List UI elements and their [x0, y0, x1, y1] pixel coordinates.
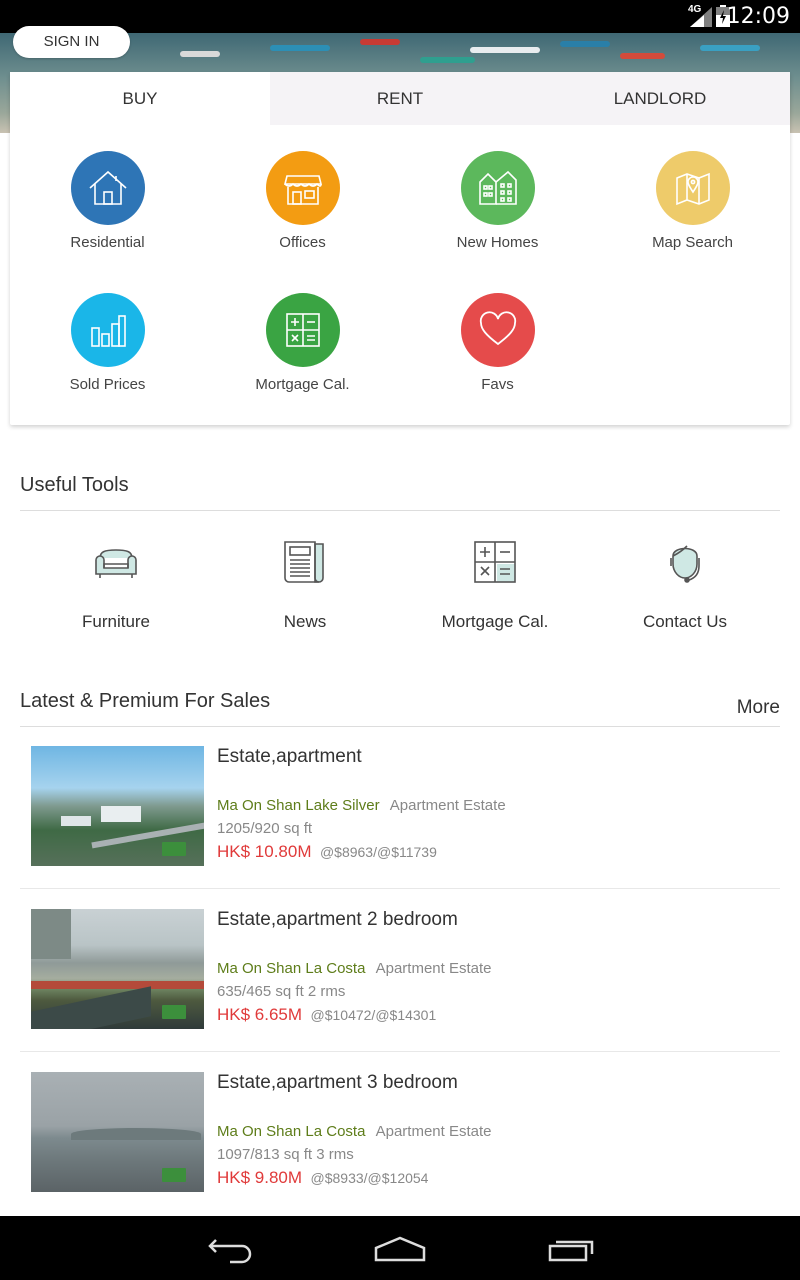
tab-landlord[interactable]: LANDLORD: [530, 72, 790, 125]
tool-label: News: [283, 612, 327, 631]
tool-label: Mortgage Cal.: [441, 612, 549, 631]
hill-shape: [31, 909, 71, 959]
tool-label: Contact Us: [642, 612, 728, 631]
boat-decoration: [420, 57, 475, 63]
listing-item[interactable]: Estate,apartment 3 bedroom Ma On Shan La…: [20, 1052, 780, 1215]
heart-icon: [460, 293, 535, 367]
road-shape: [91, 821, 204, 849]
boat-decoration: [180, 51, 220, 57]
listing-photo: [31, 746, 204, 866]
listing-item[interactable]: Estate,apartment 2 bedroom Ma On Shan La…: [20, 889, 780, 1052]
category-label: Favs: [481, 376, 514, 393]
boat-decoration: [470, 47, 540, 53]
storefront-icon: [265, 151, 340, 225]
useful-tools-title: Useful Tools: [20, 474, 129, 496]
listing-photo: [31, 909, 204, 1029]
tool-furniture[interactable]: Furniture: [21, 534, 211, 632]
listing-estate: Ma On Shan Lake Silver: [217, 797, 380, 814]
tool-label: Furniture: [81, 612, 151, 631]
listing-area: 635/465 sq ft 2 rms: [217, 983, 346, 1000]
listing-estate: Ma On Shan La Costa: [217, 1123, 366, 1140]
calculator-icon: [474, 541, 516, 583]
listing-type: Apartment Estate: [375, 960, 492, 977]
category-mortgage-calculator[interactable]: Mortgage Cal.: [205, 293, 400, 393]
calculator-icon: [265, 293, 340, 367]
category-label: Mortgage Cal.: [255, 376, 350, 393]
listing-unit-price: @$8963/@$11739: [319, 844, 437, 860]
listing-price-line: HK$ 10.80M @$8963/@$11739: [217, 842, 437, 862]
back-icon[interactable]: [200, 1234, 260, 1264]
category-label: New Homes: [456, 234, 539, 251]
system-nav-bar: [0, 1216, 800, 1280]
category-new-homes[interactable]: New Homes: [400, 151, 595, 251]
listing-price-line: HK$ 6.65M @$10472/@$14301: [217, 1005, 436, 1025]
latest-section-title: Latest & Premium For Sales: [20, 690, 271, 712]
bar-chart-icon: [70, 293, 145, 367]
tab-bar: BUY RENT LANDLORD: [10, 72, 790, 125]
listing-price-line: HK$ 9.80M @$8933/@$12054: [217, 1168, 428, 1188]
category-offices[interactable]: Offices: [205, 151, 400, 251]
watermark-badge: [162, 1005, 186, 1019]
listing-estate: Ma On Shan La Costa: [217, 960, 366, 977]
search-card: BUY RENT LANDLORD Residential Offices Ne…: [10, 72, 790, 425]
tab-buy[interactable]: BUY: [10, 72, 270, 125]
boat-decoration: [620, 53, 665, 59]
listing-item[interactable]: Estate,apartment Ma On Shan Lake Silver …: [20, 726, 780, 889]
category-favs[interactable]: Favs: [400, 293, 595, 393]
tab-rent[interactable]: RENT: [270, 72, 530, 125]
listing-area: 1205/920 sq ft: [217, 820, 313, 837]
map-pin-icon: [655, 151, 730, 225]
more-link[interactable]: More: [737, 697, 780, 719]
watermark-badge: [162, 842, 186, 856]
listing-estate-line: Ma On Shan La Costa Apartment Estate: [217, 1123, 492, 1140]
buildings-icon: [460, 151, 535, 225]
category-map-search[interactable]: Map Search: [595, 151, 790, 251]
boat-decoration: [700, 45, 760, 51]
clock: 12:09: [726, 4, 790, 29]
category-label: Offices: [279, 234, 326, 251]
listing-title: Estate,apartment 2 bedroom: [217, 909, 458, 930]
listing-price: HK$ 9.80M: [217, 1168, 303, 1187]
sofa-icon: [95, 549, 137, 578]
listing-unit-price: @$8933/@$12054: [310, 1170, 429, 1186]
watermark-badge: [162, 1168, 186, 1182]
building-shape: [61, 816, 91, 826]
boat-decoration: [560, 41, 610, 47]
category-residential[interactable]: Residential: [10, 151, 205, 251]
category-label: Sold Prices: [69, 376, 146, 393]
listing-title: Estate,apartment: [217, 746, 362, 767]
listing-type: Apartment Estate: [389, 797, 506, 814]
tool-contact-us[interactable]: Contact Us: [590, 534, 780, 632]
listing-title: Estate,apartment 3 bedroom: [217, 1072, 458, 1093]
listing-price: HK$ 6.65M: [217, 1005, 303, 1024]
recents-icon[interactable]: [540, 1234, 600, 1264]
divider: [20, 510, 780, 511]
listing-area: 1097/813 sq ft 3 rms: [217, 1146, 354, 1163]
category-sold-prices[interactable]: Sold Prices: [10, 293, 205, 393]
hill-shape: [71, 1128, 201, 1140]
boat-decoration: [360, 39, 400, 45]
sign-in-button[interactable]: SIGN IN: [13, 26, 130, 58]
listing-type: Apartment Estate: [375, 1123, 492, 1140]
headset-icon: [670, 545, 700, 583]
listing-unit-price: @$10472/@$14301: [310, 1007, 437, 1023]
listing-estate-line: Ma On Shan Lake Silver Apartment Estate: [217, 797, 506, 814]
tool-news[interactable]: News: [210, 534, 400, 632]
boat-decoration: [270, 45, 330, 51]
category-label: Residential: [70, 234, 145, 251]
category-label: Map Search: [652, 234, 733, 251]
house-icon: [70, 151, 145, 225]
building-shape: [101, 806, 141, 822]
home-icon[interactable]: [370, 1234, 430, 1264]
tool-mortgage-calculator[interactable]: Mortgage Cal.: [400, 534, 590, 632]
signal-icon: [690, 7, 712, 27]
listing-price: HK$ 10.80M: [217, 842, 312, 861]
listing-estate-line: Ma On Shan La Costa Apartment Estate: [217, 960, 492, 977]
track-shape: [31, 981, 204, 989]
balcony-shape: [31, 986, 151, 1029]
listing-photo: [31, 1072, 204, 1192]
newspaper-icon: [284, 541, 324, 583]
